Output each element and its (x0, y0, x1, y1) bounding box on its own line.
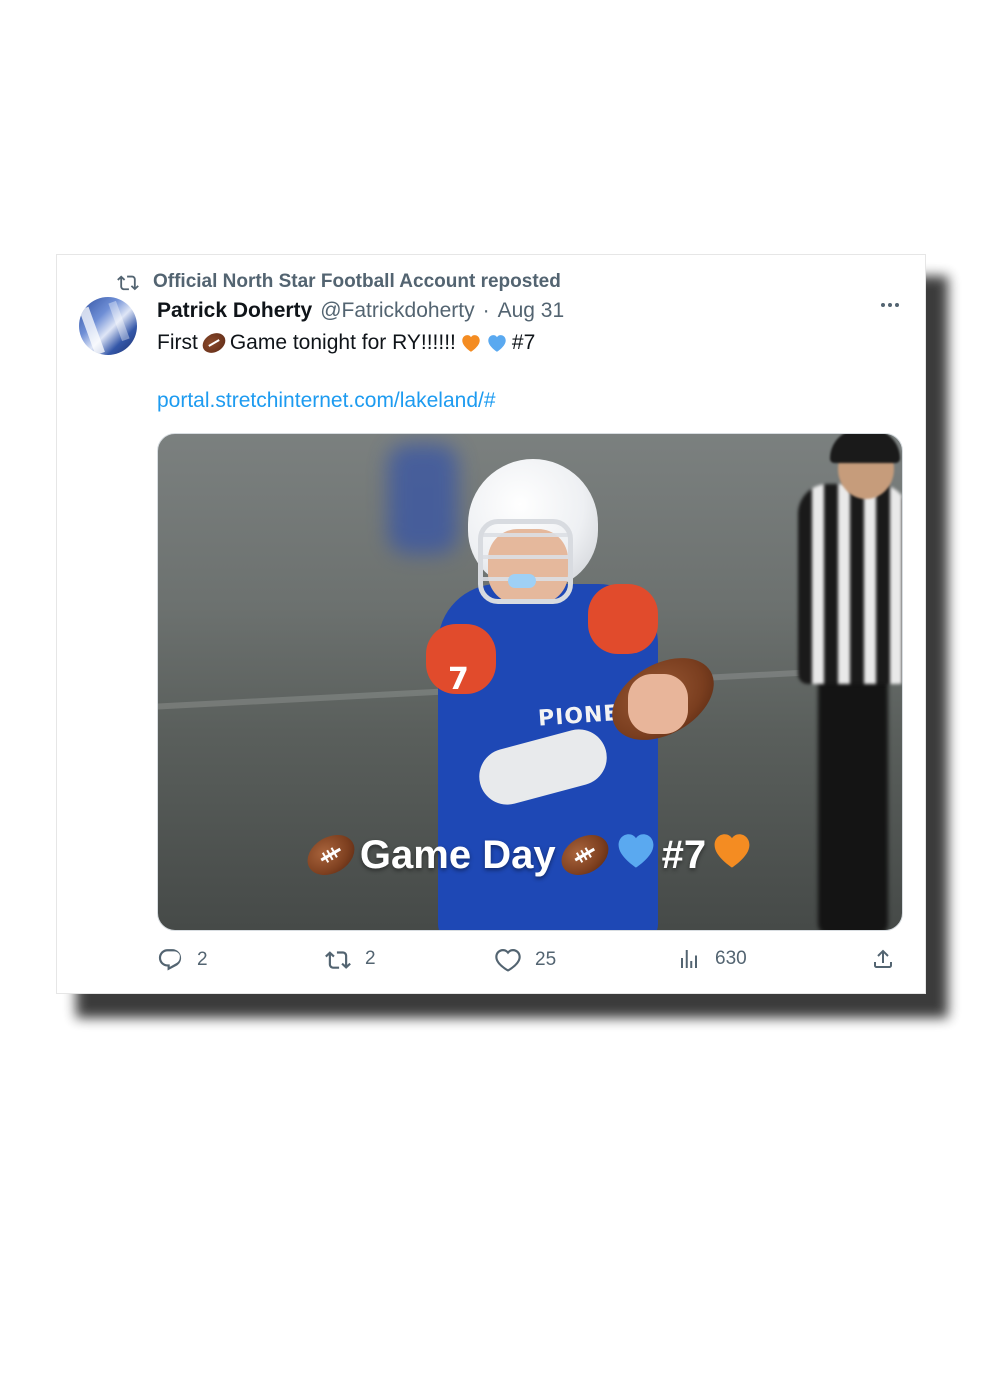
views-count: 630 (715, 948, 747, 969)
share-icon (871, 947, 895, 971)
referee-body (798, 484, 902, 684)
football-emoji-icon (198, 329, 229, 357)
views-icon (677, 947, 701, 971)
repost-icon (325, 947, 351, 971)
tweet-text-part1: First (157, 331, 198, 354)
tweet-header: Patrick Doherty @Fatrickdoherty · Aug 31 (157, 299, 564, 323)
repost-context: Official North Star Football Account rep… (117, 271, 561, 293)
reply-button[interactable]: 2 (157, 947, 208, 973)
author-name[interactable]: Patrick Doherty (157, 299, 312, 323)
blue-heart-icon (614, 828, 658, 882)
tweet-text-part2: Game tonight for RY!!!!!! (229, 331, 456, 354)
player-hand (628, 674, 688, 734)
background-figure (388, 444, 458, 554)
blue-heart-icon (486, 332, 508, 354)
avatar[interactable] (79, 297, 137, 355)
repost-count: 2 (365, 948, 376, 969)
caption-text: Game Day (359, 832, 556, 877)
like-button[interactable]: 25 (495, 947, 556, 973)
tweet-link[interactable]: portal.stretchinternet.com/lakeland/# (157, 389, 496, 413)
more-icon[interactable] (881, 303, 899, 307)
author-handle[interactable]: @Fatrickdoherty (320, 299, 474, 323)
player-shoulder-right (588, 584, 658, 654)
reply-count: 2 (197, 949, 208, 970)
football-emoji-icon (553, 826, 616, 884)
caption-number: #7 (661, 832, 707, 877)
tweet-card[interactable]: Official North Star Football Account rep… (56, 254, 926, 994)
screenshot-stage: Official North Star Football Account rep… (0, 0, 996, 1386)
like-count: 25 (535, 949, 557, 970)
tweet-actions: 2 2 25 630 (157, 947, 899, 979)
header-separator: · (482, 299, 490, 322)
player-facemask (478, 519, 573, 604)
tweet-media-image[interactable]: 7 PIONEERS Game Day #7 (157, 433, 903, 931)
avatar-detail (79, 306, 105, 355)
avatar-detail (108, 300, 130, 342)
game-day-caption: Game Day #7 (158, 826, 902, 884)
repost-icon (117, 272, 139, 292)
post-date[interactable]: Aug 31 (498, 299, 565, 323)
orange-heart-icon (710, 828, 754, 882)
repost-button[interactable]: 2 (325, 947, 376, 971)
jersey-number: 7 (448, 662, 469, 697)
share-button[interactable] (871, 947, 895, 971)
tweet-text: First Game tonight for RY!!!!!! #7 (157, 329, 535, 357)
referee-legs (818, 674, 888, 930)
orange-heart-icon (460, 332, 482, 354)
reply-icon (157, 947, 183, 973)
repost-label[interactable]: Official North Star Football Account rep… (153, 271, 561, 293)
views-button[interactable]: 630 (677, 947, 747, 971)
heart-icon (495, 947, 521, 973)
referee-cap (830, 434, 900, 463)
football-emoji-icon (300, 826, 362, 884)
player-mouthguard (508, 574, 536, 588)
tweet-text-part3[interactable]: #7 (512, 331, 535, 355)
